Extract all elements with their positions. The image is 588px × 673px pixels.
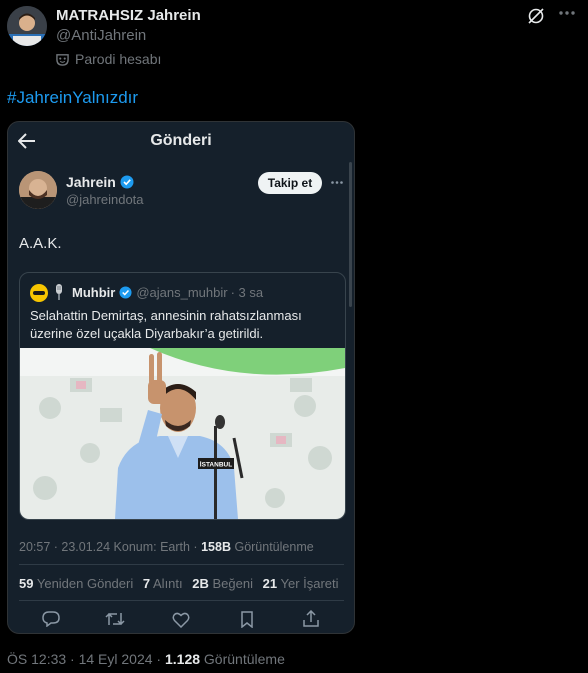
- quote-text: Selahattin Demirtaş, annesinin rahatsızl…: [30, 308, 302, 341]
- outer-avatar[interactable]: [7, 6, 47, 46]
- reply-icon: [42, 611, 60, 627]
- parody-label: Parodi hesabı: [75, 51, 162, 67]
- retweet-icon: [105, 611, 125, 627]
- parody-mask-icon: [56, 53, 69, 66]
- stat-count: 2B: [192, 576, 209, 591]
- stat-count: 21: [262, 576, 278, 591]
- outer-handle[interactable]: @AntiJahrein: [56, 27, 146, 44]
- embedded-meta-line: 20:57 · 23.01.24 Konum: Earth · 158B Gör…: [19, 540, 314, 554]
- outer-more-icon[interactable]: [559, 11, 575, 15]
- quote-time: · 3 sa: [230, 285, 264, 300]
- divider: [19, 600, 344, 601]
- divider: [19, 564, 344, 565]
- stat-label: Yeniden Gönderi: [36, 576, 134, 591]
- quote-header: Muhbir @ajans_muhbir · 3 sa: [72, 285, 263, 300]
- bookmark-icon: [240, 611, 254, 628]
- outer-avatar-image: [7, 6, 47, 46]
- outer-timestamp[interactable]: ÖS 12:33 · 14 Eyl 2024 ·: [7, 651, 161, 667]
- embedded-post-text: A.A.K.: [19, 235, 62, 252]
- embedded-scrollbar: [349, 162, 352, 307]
- quote-card: Muhbir @ajans_muhbir · 3 sa Selahattin D…: [19, 272, 346, 520]
- microphone-emoji-icon: [53, 284, 65, 301]
- follow-button: Takip et: [258, 172, 322, 194]
- verified-badge-icon: [120, 175, 134, 189]
- embedded-location: Konum: Earth ·: [113, 540, 198, 554]
- stat-label: Alıntı: [153, 576, 183, 591]
- outer-views-count: 1.128: [164, 651, 201, 667]
- embedded-views-label: Görüntülenme: [234, 540, 314, 554]
- author-display-name: Jahrein: [66, 174, 116, 190]
- outer-display-name[interactable]: MATRAHSIZ Jahrein: [56, 7, 201, 24]
- share-icon: [303, 610, 319, 627]
- hashtag-link[interactable]: #JahreinYalnızdır: [7, 88, 138, 108]
- embedded-stats: 59 Yeniden Gönderi 7 Alıntı 2B Beğeni 21…: [19, 576, 339, 591]
- embedded-views-count: 158B: [201, 540, 231, 554]
- author-name-row: Jahrein: [66, 174, 134, 190]
- quote-display-name: Muhbir: [72, 285, 116, 300]
- author-handle: @jahreindota: [66, 192, 144, 207]
- embedded-time-date: 20:57 · 23.01.24: [19, 540, 111, 554]
- quote-handle: @ajans_muhbir: [136, 285, 228, 300]
- stat-label: Beğeni: [212, 576, 253, 591]
- author-avatar: [19, 171, 57, 209]
- stat-count: 59: [19, 576, 34, 591]
- parody-label-row: Parodi hesabı: [56, 51, 161, 67]
- outer-footer: ÖS 12:33 · 14 Eyl 2024 · 1.128 Görüntüle…: [7, 651, 285, 667]
- grok-icon[interactable]: [527, 7, 545, 25]
- quote-verified-badge-icon: [119, 286, 132, 299]
- like-icon: [172, 612, 190, 628]
- embedded-header-title: Gönderi: [150, 132, 212, 149]
- stat-count: 7: [142, 576, 151, 591]
- mic-flag-text: İSTANBUL: [200, 461, 232, 469]
- stat-label: Yer İşareti: [280, 576, 339, 591]
- embedded-screenshot[interactable]: Gönderi Jahrein @jahreindota Takip et A.…: [7, 121, 355, 634]
- author-more-icon: [331, 181, 343, 184]
- quote-photo: İSTANBUL: [20, 348, 345, 519]
- quote-avatar: [30, 284, 48, 302]
- outer-views-label: Görüntüleme: [203, 651, 285, 667]
